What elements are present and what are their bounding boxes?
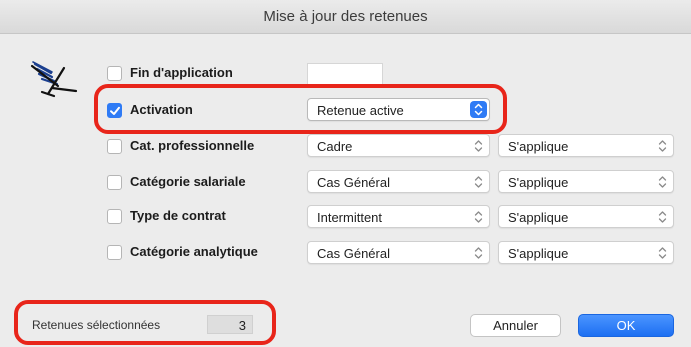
select-arrows-icon xyxy=(474,247,483,259)
cat-professionnelle-applies-select[interactable]: S'applique xyxy=(498,134,674,157)
type-contrat-applies-select[interactable]: S'applique xyxy=(498,205,674,228)
type-contrat-select[interactable]: Intermittent xyxy=(307,205,490,228)
select-arrows-icon xyxy=(474,176,483,188)
checkmark-icon xyxy=(110,106,120,115)
selected-count-label: Retenues sélectionnées xyxy=(32,318,161,332)
categorie-analytique-label: Catégorie analytique xyxy=(130,244,258,259)
cat-professionnelle-applies-value: S'applique xyxy=(508,139,569,154)
type-contrat-select-value: Intermittent xyxy=(317,210,383,225)
select-arrows-icon xyxy=(658,140,667,152)
cancel-button[interactable]: Annuler xyxy=(470,314,561,337)
type-contrat-label: Type de contrat xyxy=(130,208,226,223)
activation-select[interactable]: Retenue active xyxy=(307,98,490,121)
categorie-salariale-applies-value: S'applique xyxy=(508,175,569,190)
type-contrat-checkbox[interactable] xyxy=(107,209,122,224)
select-arrows-icon xyxy=(474,140,483,152)
selected-count-value: 3 xyxy=(238,318,246,333)
categorie-analytique-applies-select[interactable]: S'applique xyxy=(498,241,674,264)
categorie-analytique-select-value: Cas Général xyxy=(317,246,390,261)
categorie-salariale-select-value: Cas Général xyxy=(317,175,390,190)
select-arrows-icon xyxy=(658,247,667,259)
fin-application-label: Fin d'application xyxy=(130,65,233,80)
cat-professionnelle-checkbox[interactable] xyxy=(107,139,122,154)
activation-select-value: Retenue active xyxy=(317,103,404,118)
cat-professionnelle-select-value: Cadre xyxy=(317,139,353,154)
select-arrows-icon xyxy=(474,211,483,223)
type-contrat-applies-value: S'applique xyxy=(508,210,569,225)
select-arrows-icon xyxy=(658,211,667,223)
select-arrows-icon xyxy=(658,176,667,188)
categorie-analytique-checkbox[interactable] xyxy=(107,245,122,260)
cat-professionnelle-label: Cat. professionnelle xyxy=(130,138,255,153)
activation-checkbox[interactable] xyxy=(107,103,122,118)
select-stepper-icon xyxy=(470,101,487,118)
activation-label: Activation xyxy=(130,102,193,117)
categorie-salariale-applies-select[interactable]: S'applique xyxy=(498,170,674,193)
categorie-analytique-applies-value: S'applique xyxy=(508,246,569,261)
fin-application-checkbox[interactable] xyxy=(107,66,122,81)
window-title: Mise à jour des retenues xyxy=(0,0,691,34)
categorie-salariale-label: Catégorie salariale xyxy=(130,174,246,189)
fin-application-field[interactable] xyxy=(307,63,383,85)
selected-count-field: 3 xyxy=(207,315,253,334)
beach-chair-logo-icon xyxy=(30,61,78,98)
ok-button[interactable]: OK xyxy=(578,314,674,337)
cat-professionnelle-select[interactable]: Cadre xyxy=(307,134,490,157)
categorie-salariale-checkbox[interactable] xyxy=(107,175,122,190)
categorie-analytique-select[interactable]: Cas Général xyxy=(307,241,490,264)
categorie-salariale-select[interactable]: Cas Général xyxy=(307,170,490,193)
